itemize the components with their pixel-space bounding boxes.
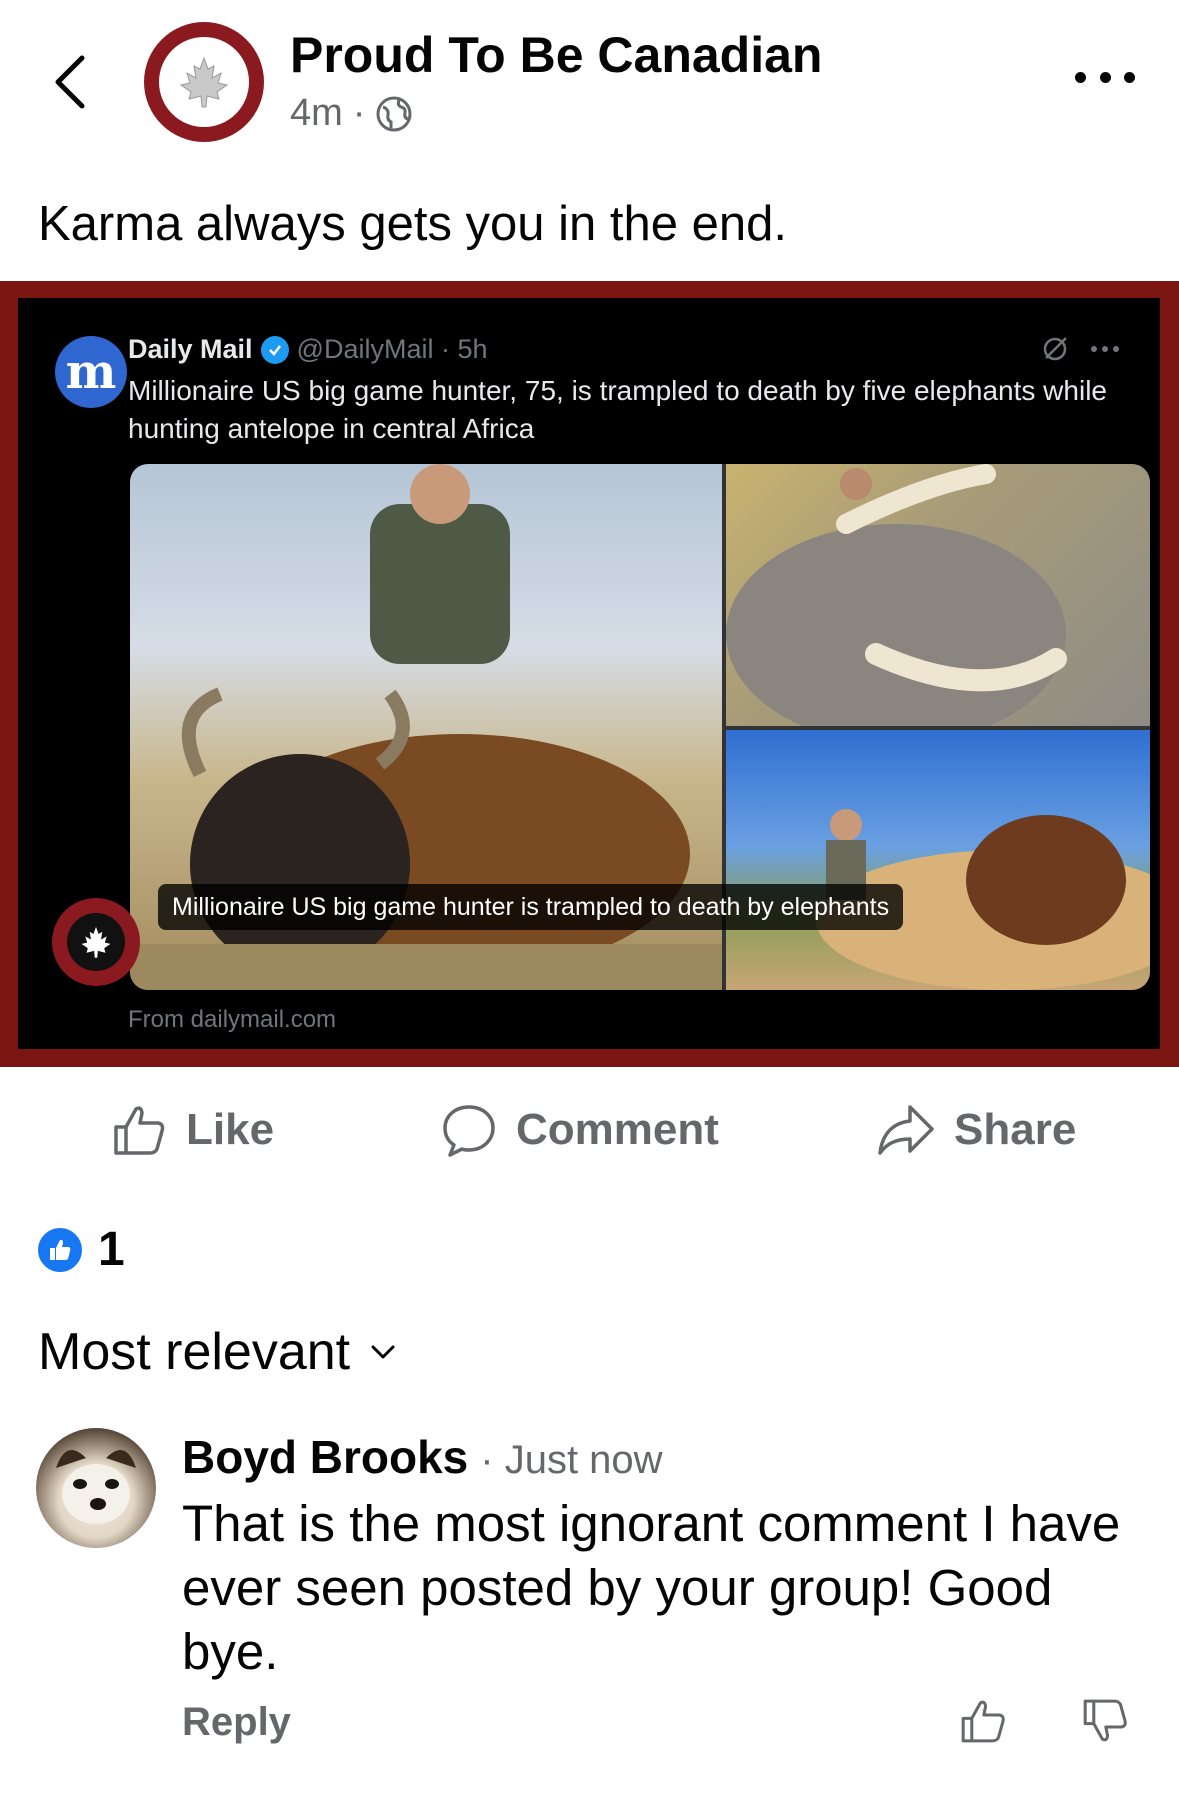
thumbs-up-icon [114,1106,165,1155]
tweet-handle-time: @DailyMail · 5h [296,334,488,364]
maple-leaf-icon [179,56,229,108]
ellipsis-icon [1091,346,1119,352]
chevron-left-icon [55,55,85,109]
more-dot-icon [1075,71,1086,83]
comment-time: · Just now [480,1438,663,1482]
sort-label: Most relevant [38,1323,351,1381]
post-image[interactable]: m Daily Mail @DailyMail · 5h Millionaire… [0,281,1179,1067]
tweet-text: Millionaire US big game hunter, 75, is t… [128,375,1107,444]
comment-header: Boyd Brooks · Just now [182,1430,663,1484]
comment-bubble-icon [443,1105,495,1157]
share-label: Share [954,1105,1077,1154]
tweet-author: Daily Mail @DailyMail · 5h [128,334,488,365]
share-arrow-icon [878,1105,934,1155]
comment-sort-dropdown[interactable]: Most relevant [38,1322,396,1382]
like-button[interactable]: Like [110,1090,274,1170]
post-time[interactable]: 4m [290,92,343,135]
post-header: Proud To Be Canadian 4m · [0,0,1179,160]
like-reaction-icon [36,1225,84,1274]
post-text: Karma always gets you in the end. [38,197,788,251]
share-button[interactable]: Share [876,1090,1076,1170]
thumbs-down-icon [1083,1699,1127,1742]
reply-button[interactable]: Reply [182,1700,291,1745]
page-name[interactable]: Proud To Be Canadian [290,26,822,84]
comment-label: Comment [516,1105,719,1154]
more-dot-icon [1099,71,1111,83]
lion-photo [726,730,1150,990]
back-button[interactable] [44,50,94,114]
like-label: Like [186,1105,275,1154]
thumbs-up-icon [961,1700,1005,1743]
comment-button[interactable]: Comment [440,1090,719,1170]
source-link: From dailymail.com [128,1006,337,1033]
maple-leaf-icon [67,913,125,971]
more-dot-icon [1124,71,1135,83]
reactions-summary[interactable]: 1 [36,1222,125,1277]
globe-icon [376,96,412,131]
comment-text: That is the most ignorant comment I have… [182,1495,1121,1680]
post-meta: 4m · [290,92,413,135]
reaction-count: 1 [98,1223,125,1276]
meta-separator: · [352,92,366,134]
chevron-down-icon [371,1345,395,1359]
tweet-icons [1040,334,1120,364]
tweet-author-name: Daily Mail [128,334,253,364]
slash-circle-icon [1043,337,1067,361]
elephant-photo [726,464,1150,726]
comment-dislike-button[interactable] [1080,1696,1130,1751]
watermark-logo [52,898,140,986]
page-avatar[interactable] [144,22,264,142]
tweet-screenshot: m Daily Mail @DailyMail · 5h Millionaire… [18,298,1160,1049]
verified-badge-icon [260,335,289,364]
comment-like-button[interactable] [958,1696,1008,1751]
more-options-button[interactable] [1075,62,1135,92]
maple-leaf-logo [156,34,252,130]
commenter-avatar[interactable] [36,1428,156,1548]
post-actions-bar: Like Comment Share [0,1090,1179,1170]
daily-mail-logo: m [55,336,127,408]
photo-caption: Millionaire US big game hunter is trampl… [158,884,904,930]
commenter-name[interactable]: Boyd Brooks [182,1430,468,1484]
